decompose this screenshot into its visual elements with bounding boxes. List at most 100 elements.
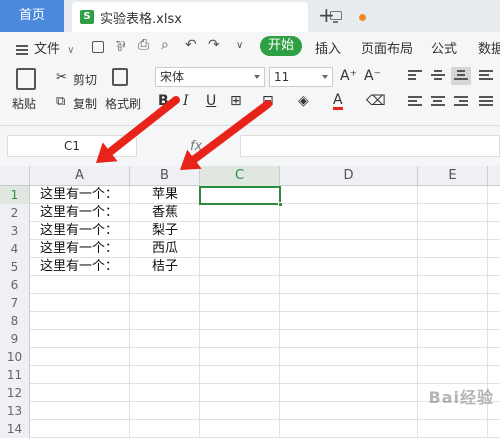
row-header[interactable]: 10 (0, 348, 30, 366)
print-icon[interactable]: ⎙ (138, 37, 149, 53)
table-cell[interactable] (30, 384, 130, 402)
grow-font-button[interactable]: A⁺ (340, 68, 357, 84)
row-header[interactable]: 1 (0, 186, 30, 204)
wrap-text-icon[interactable] (479, 70, 493, 82)
table-cell[interactable] (30, 420, 130, 438)
row-header[interactable]: 12 (0, 384, 30, 402)
table-cell[interactable] (280, 276, 418, 294)
table-cell[interactable]: 这里有一个： (30, 240, 130, 258)
row-header[interactable]: 5 (0, 258, 30, 276)
justify-icon[interactable] (479, 96, 493, 108)
table-cell[interactable] (30, 276, 130, 294)
row-header[interactable]: 6 (0, 276, 30, 294)
table-cell[interactable] (200, 204, 280, 222)
table-cell[interactable]: 西瓜 (130, 240, 200, 258)
menu-home[interactable]: 开始 (260, 36, 302, 56)
font-name-select[interactable]: 宋体 (155, 67, 265, 87)
row-header[interactable]: 11 (0, 366, 30, 384)
table-cell[interactable] (280, 384, 418, 402)
table-cell[interactable] (200, 222, 280, 240)
quick-access-dropdown-icon[interactable]: ∨ (236, 40, 243, 51)
tab-home[interactable]: 首页 (0, 0, 64, 32)
table-cell[interactable] (418, 294, 488, 312)
table-cell[interactable] (280, 222, 418, 240)
table-cell[interactable]: 苹果 (130, 186, 200, 204)
table-cell[interactable]: 这里有一个： (30, 186, 130, 204)
table-cell[interactable] (130, 330, 200, 348)
table-cell[interactable] (200, 294, 280, 312)
table-cell[interactable] (30, 402, 130, 420)
table-cell[interactable] (200, 402, 280, 420)
row-header[interactable]: 7 (0, 294, 30, 312)
redo-icon[interactable]: ↷ (208, 37, 220, 53)
row-header[interactable]: 3 (0, 222, 30, 240)
table-cell[interactable] (280, 312, 418, 330)
bold-button[interactable]: B (158, 93, 169, 109)
column-header-d[interactable]: D (280, 166, 418, 186)
row-header[interactable]: 14 (0, 420, 30, 438)
align-top-icon[interactable] (408, 70, 422, 82)
table-cell[interactable] (418, 186, 488, 204)
table-cell[interactable] (130, 276, 200, 294)
undo-icon[interactable]: ↶ (185, 37, 197, 53)
italic-button[interactable]: I (183, 93, 189, 109)
table-cell[interactable] (418, 240, 488, 258)
file-menu-button[interactable]: 文件 ∨ (16, 38, 74, 57)
align-middle-icon[interactable] (431, 70, 445, 82)
table-cell[interactable] (418, 276, 488, 294)
selected-cell-outline[interactable] (199, 186, 281, 205)
table-cell[interactable] (30, 294, 130, 312)
table-cell[interactable] (30, 330, 130, 348)
table-cell[interactable]: 这里有一个： (30, 258, 130, 276)
table-cell[interactable] (418, 222, 488, 240)
print-preview-icon[interactable]: ⌕ (161, 37, 169, 53)
table-cell[interactable] (130, 312, 200, 330)
font-size-select[interactable]: 11 (269, 67, 333, 87)
name-box[interactable]: C1 (7, 135, 137, 157)
fill-color-icon[interactable]: ◈ (298, 93, 309, 109)
table-cell[interactable] (130, 294, 200, 312)
align-left-icon[interactable] (408, 96, 422, 108)
table-cell[interactable] (30, 312, 130, 330)
row-header[interactable]: 8 (0, 312, 30, 330)
tab-file[interactable]: S 实验表格.xlsx (72, 2, 308, 32)
table-cell[interactable] (130, 420, 200, 438)
table-cell[interactable] (280, 330, 418, 348)
table-cell[interactable] (280, 294, 418, 312)
underline-button[interactable]: U (206, 93, 216, 109)
menu-data[interactable]: 数据 (478, 38, 500, 57)
save-icon[interactable] (92, 41, 104, 53)
column-header-b[interactable]: B (130, 166, 200, 186)
table-cell[interactable]: 这里有一个： (30, 204, 130, 222)
table-cell[interactable] (280, 258, 418, 276)
shrink-font-button[interactable]: A⁻ (364, 68, 381, 84)
fill-handle[interactable] (278, 202, 283, 207)
table-cell[interactable]: 梨子 (130, 222, 200, 240)
table-cell[interactable] (130, 348, 200, 366)
formula-input[interactable] (240, 135, 500, 157)
table-cell[interactable] (280, 420, 418, 438)
table-cell[interactable] (418, 348, 488, 366)
table-cell[interactable] (200, 330, 280, 348)
table-cell[interactable] (280, 402, 418, 420)
row-header[interactable]: 4 (0, 240, 30, 258)
table-cell[interactable] (200, 420, 280, 438)
table-cell[interactable] (200, 276, 280, 294)
font-color-button[interactable]: A (333, 93, 343, 110)
column-header-a[interactable]: A (30, 166, 130, 186)
new-tab-button[interactable]: + (318, 3, 335, 27)
table-cell[interactable] (200, 366, 280, 384)
merge-cells-icon[interactable]: ⊟ (262, 93, 274, 109)
row-header[interactable]: 9 (0, 330, 30, 348)
table-cell[interactable] (130, 402, 200, 420)
row-header[interactable]: 13 (0, 402, 30, 420)
column-header-e[interactable]: E (418, 166, 488, 186)
clear-format-icon[interactable]: ⌫ (366, 93, 386, 109)
table-cell[interactable]: 香蕉 (130, 204, 200, 222)
table-cell[interactable] (418, 366, 488, 384)
fx-icon[interactable]: fx (190, 139, 202, 154)
table-cell[interactable] (30, 348, 130, 366)
table-cell[interactable] (418, 420, 488, 438)
table-cell[interactable] (280, 186, 418, 204)
border-icon[interactable]: ⊞ (230, 93, 242, 109)
